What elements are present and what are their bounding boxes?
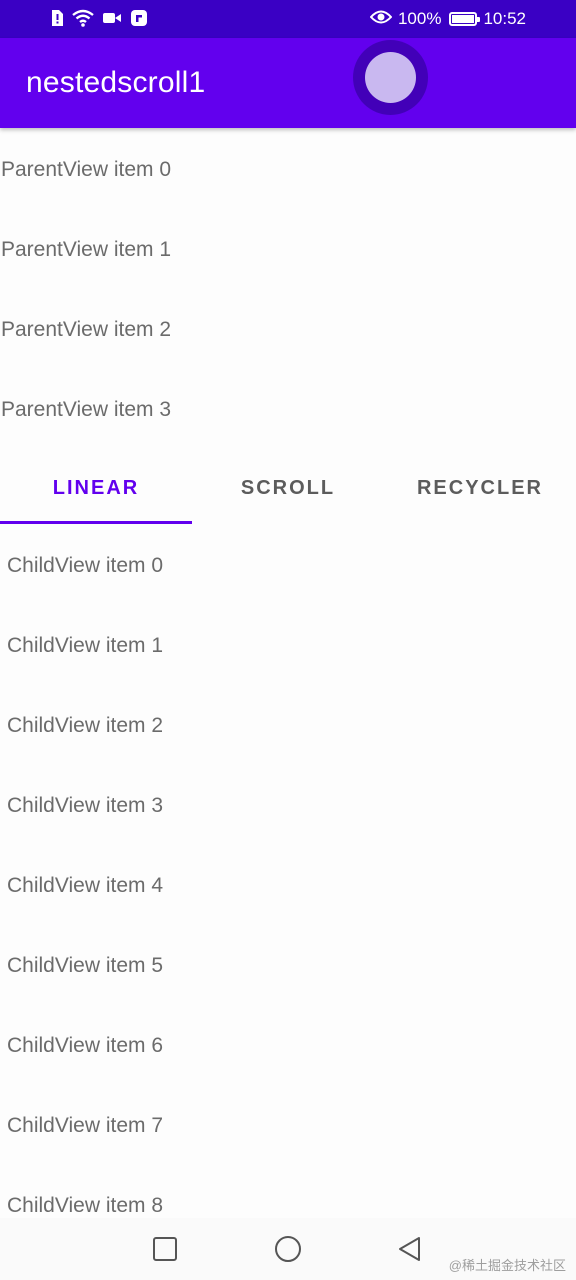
system-nav-bar: @稀土掘金技术社区: [0, 1218, 576, 1280]
touch-indicator: [353, 40, 428, 115]
child-list-item[interactable]: ChildView item 0: [0, 526, 576, 606]
child-list-item[interactable]: ChildView item 5: [0, 926, 576, 1006]
recents-square-icon[interactable]: [152, 1236, 178, 1262]
child-list-item[interactable]: ChildView item 7: [0, 1086, 576, 1166]
eye-comfort-icon: [369, 9, 393, 30]
tab-label: LINEAR: [52, 477, 140, 499]
battery-percent: 100%: [397, 9, 442, 28]
tab-layout: LINEAR SCROLL RECYCLER: [0, 450, 576, 526]
status-left-icons: [50, 9, 148, 32]
watermark: @稀土掘金技术社区: [448, 1258, 566, 1273]
status-bar: 100% 10:52: [0, 0, 576, 38]
tab-linear[interactable]: LINEAR: [0, 450, 192, 526]
battery-level: [452, 15, 475, 23]
app-bar: nestedscroll1: [0, 38, 576, 128]
parent-list-item[interactable]: ParentView item 1: [0, 210, 576, 290]
child-list-item[interactable]: ChildView item 3: [0, 766, 576, 846]
touch-indicator-dot: [365, 52, 416, 103]
child-list-item[interactable]: ChildView item 4: [0, 846, 576, 926]
parent-list-item[interactable]: ParentView item 0: [0, 130, 576, 210]
clock: 10:52: [483, 9, 526, 28]
tab-label: RECYCLER: [416, 477, 543, 499]
child-list-item[interactable]: ChildView item 6: [0, 1006, 576, 1086]
back-triangle-icon[interactable]: [397, 1236, 423, 1262]
battery-icon: [449, 12, 481, 26]
child-list-item[interactable]: ChildView item 1: [0, 606, 576, 686]
tab-recycler[interactable]: RECYCLER: [384, 450, 576, 526]
status-right-icons: 100% 10:52: [369, 8, 526, 30]
sim-alert-icon: [50, 9, 64, 32]
phone-screen: 100% 10:52 nestedscroll1 ParentView item…: [0, 0, 576, 1280]
tab-indicator: [0, 521, 192, 524]
parent-list-item[interactable]: ParentView item 3: [0, 370, 576, 450]
child-list-item[interactable]: ChildView item 2: [0, 686, 576, 766]
app-title: nestedscroll1: [26, 66, 206, 99]
video-camera-icon: [102, 11, 122, 30]
wifi-icon: [72, 9, 94, 32]
child-list[interactable]: ChildView item 0 ChildView item 1 ChildV…: [0, 526, 576, 1246]
app-notification-icon: [130, 9, 148, 32]
tab-label: SCROLL: [240, 477, 336, 499]
tab-scroll[interactable]: SCROLL: [192, 450, 384, 526]
parent-list[interactable]: ParentView item 0 ParentView item 1 Pare…: [0, 130, 576, 450]
home-circle-icon[interactable]: [274, 1235, 302, 1263]
parent-list-item[interactable]: ParentView item 2: [0, 290, 576, 370]
